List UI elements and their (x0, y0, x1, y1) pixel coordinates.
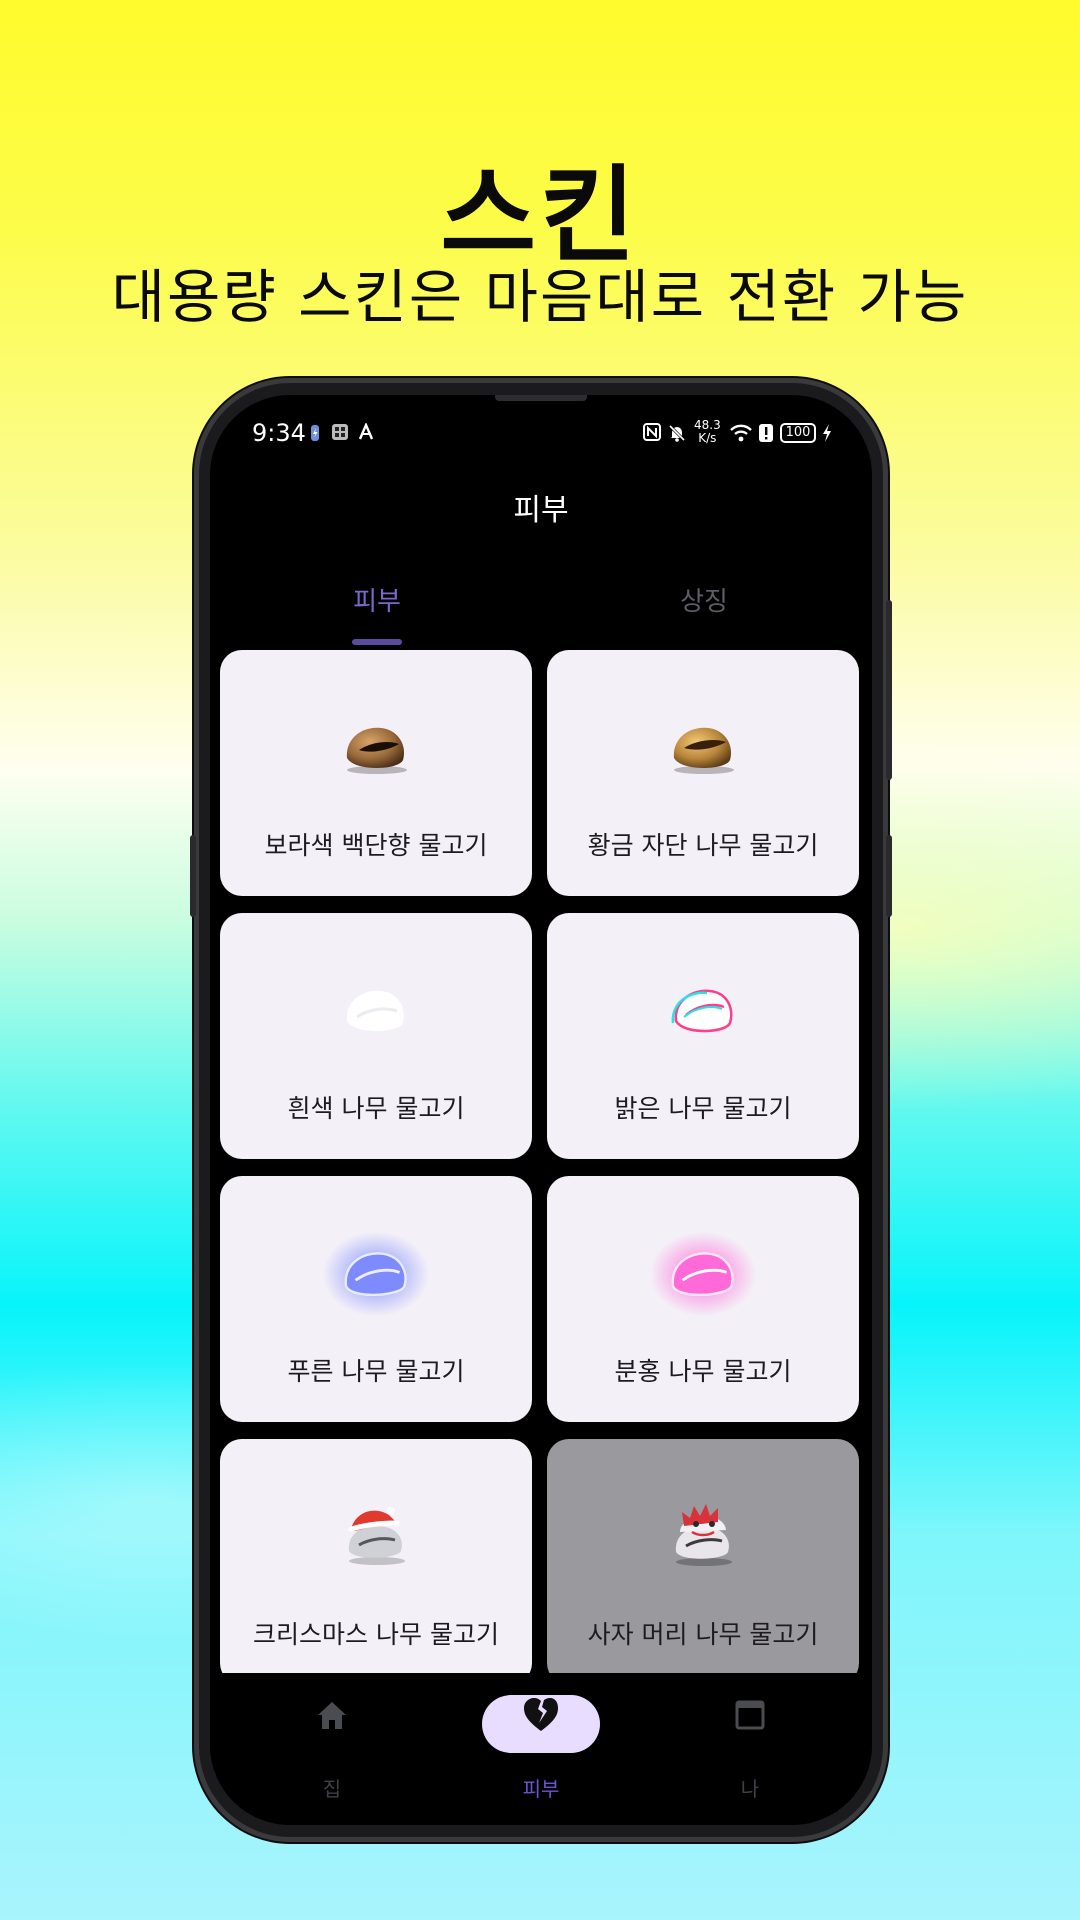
tab-indicator (352, 639, 402, 645)
skin-card[interactable]: 분홍 나무 물고기 (547, 1176, 859, 1422)
skin-grid: 보라색 백단향 물고기 황금 자단 나무 물고기 흰색 나무 물고기 밝은 나무… (220, 650, 862, 1673)
battery-saver-icon (308, 423, 322, 443)
lion-head-wooden-fish-icon (675, 1504, 732, 1566)
skin-card-label: 황금 자단 나무 물고기 (587, 831, 819, 860)
tab-skin[interactable]: 피부 (277, 581, 477, 618)
bottom-navigation: 집 피부 나 (210, 1673, 872, 1825)
qr-code-icon (330, 423, 350, 443)
phone-screen: 9:34 48.3 K/s 100 피부 피부 상징 보라색 백단향 물고기 황… (210, 395, 872, 1825)
christmas-wooden-fish-icon (348, 1507, 405, 1565)
status-time: 9:34 (252, 419, 306, 447)
skin-card[interactable]: 보라색 백단향 물고기 (220, 650, 532, 896)
nav-item-label: 나 (740, 1777, 760, 1801)
status-bar: 9:34 48.3 K/s 100 (210, 419, 872, 455)
window-icon (728, 1693, 772, 1737)
skin-card-label: 크리스마스 나무 물고기 (253, 1620, 499, 1649)
nav-item-label: 집 (322, 1777, 342, 1801)
skin-card[interactable]: 푸른 나무 물고기 (220, 1176, 532, 1422)
brown-wooden-fish-icon (346, 727, 407, 774)
skin-card-label: 푸른 나무 물고기 (287, 1357, 465, 1386)
network-speed: 48.3 K/s (694, 419, 721, 445)
pink-wooden-fish-icon (649, 1231, 757, 1317)
blue-wooden-fish-icon (322, 1231, 430, 1317)
skin-card[interactable]: 황금 자단 나무 물고기 (547, 650, 859, 896)
nav-item-label: 피부 (522, 1777, 560, 1801)
wifi-icon (728, 423, 754, 443)
white-wooden-fish-icon (346, 990, 405, 1031)
skin-card-locked[interactable]: 사자 머리 나무 물고기 (547, 1439, 859, 1673)
broken-heart-icon (519, 1693, 563, 1737)
phone-side-button (886, 835, 892, 917)
skin-card-label: 사자 머리 나무 물고기 (587, 1620, 819, 1649)
skin-card[interactable]: 밝은 나무 물고기 (547, 913, 859, 1159)
phone-side-button (190, 835, 196, 917)
home-icon (310, 1693, 354, 1737)
skin-card-label: 분홍 나무 물고기 (614, 1357, 792, 1386)
bright-wooden-fish-icon (671, 989, 733, 1033)
alert-icon (756, 423, 776, 443)
tab-symbol[interactable]: 상징 (604, 581, 804, 618)
phone-side-button (886, 600, 892, 780)
skin-card-label: 보라색 백단향 물고기 (264, 831, 488, 860)
charging-icon (820, 423, 834, 443)
page-title: 피부 (513, 493, 569, 528)
nav-item-skin[interactable]: 피부 (481, 1693, 601, 1801)
promo-subline: 대용량 스킨은 마음대로 전환 가능 (111, 263, 969, 331)
app-a-icon (356, 421, 376, 443)
speaker-grille (495, 395, 587, 401)
nav-item-home[interactable]: 집 (272, 1693, 392, 1801)
golden-wooden-fish-icon (673, 727, 734, 774)
nfc-icon (642, 423, 662, 443)
skin-card[interactable]: 크리스마스 나무 물고기 (220, 1439, 532, 1673)
network-speed-unit: K/s (698, 431, 717, 445)
nav-item-me[interactable]: 나 (690, 1693, 810, 1801)
mute-bell-icon (666, 423, 688, 443)
skin-card[interactable]: 흰색 나무 물고기 (220, 913, 532, 1159)
battery-level: 100 (780, 423, 816, 443)
skin-card-label: 밝은 나무 물고기 (614, 1094, 792, 1123)
skin-card-label: 흰색 나무 물고기 (287, 1094, 465, 1123)
